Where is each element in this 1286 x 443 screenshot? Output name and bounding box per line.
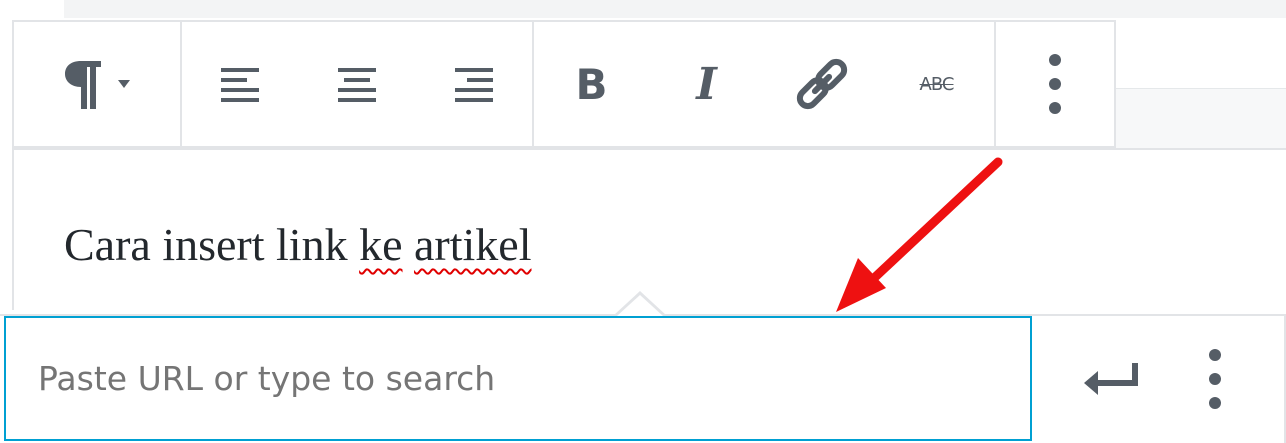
align-left-button[interactable] — [182, 22, 299, 146]
block-type-switcher-button[interactable] — [14, 22, 180, 146]
italic-icon: I — [696, 58, 717, 110]
caret-down-icon — [118, 80, 130, 88]
apply-link-button[interactable] — [1060, 316, 1160, 441]
enter-return-icon — [1084, 362, 1138, 395]
strikethrough-button[interactable]: ABC — [879, 22, 994, 146]
more-options-button[interactable] — [996, 22, 1114, 146]
more-group — [996, 22, 1114, 146]
paragraph-icon — [65, 61, 101, 109]
misspelled-word: ke — [359, 219, 403, 270]
vertical-ellipsis-icon — [1049, 54, 1061, 114]
link-icon — [796, 58, 847, 110]
popover-pointer-fill — [617, 295, 663, 316]
link-options-button[interactable] — [1170, 316, 1260, 441]
align-right-icon — [454, 68, 493, 102]
misspelled-word: artikel — [414, 219, 532, 270]
bold-icon: B — [575, 59, 608, 109]
formatting-group: B I ABC — [534, 22, 996, 146]
paragraph-text[interactable]: Cara insert link ke artikel — [64, 218, 532, 271]
align-left-icon — [221, 68, 260, 102]
alignment-group — [182, 22, 534, 146]
align-center-icon — [338, 68, 376, 102]
editor-top-strip — [64, 0, 1286, 18]
text-segment: Cara insert link — [64, 219, 360, 270]
align-center-button[interactable] — [299, 22, 416, 146]
text-space — [403, 219, 415, 270]
editor-side-area — [1116, 88, 1286, 149]
block-toolbar: B I ABC — [12, 20, 1116, 148]
vertical-ellipsis-icon — [1209, 348, 1221, 409]
block-type-group — [14, 22, 182, 146]
strikethrough-icon: ABC — [919, 73, 955, 95]
link-button[interactable] — [764, 22, 879, 146]
bold-button[interactable]: B — [534, 22, 649, 146]
url-search-input[interactable] — [4, 316, 1032, 441]
italic-button[interactable]: I — [649, 22, 764, 146]
align-right-button[interactable] — [415, 22, 532, 146]
